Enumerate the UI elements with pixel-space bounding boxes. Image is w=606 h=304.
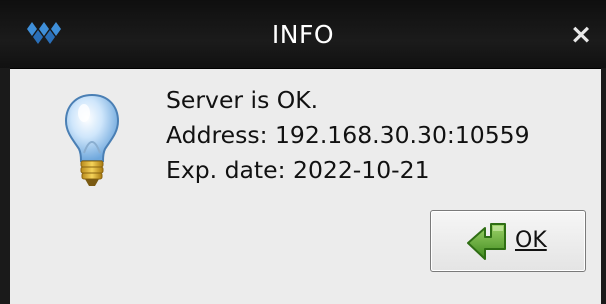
window-frame-right xyxy=(601,68,606,304)
ok-button[interactable]: OK xyxy=(430,210,586,272)
title-bar[interactable]: INFO × xyxy=(0,0,606,69)
info-dialog: INFO × Server is OK. Address: 192.168.30… xyxy=(0,0,606,304)
status-line: Server is OK. xyxy=(166,86,319,114)
lightbulb-icon xyxy=(64,93,120,186)
window-title: INFO xyxy=(271,20,335,49)
message-text: Server is OK. Address: 192.168.30.30:105… xyxy=(166,83,530,188)
window-frame-left xyxy=(0,68,10,304)
dialog-body: Server is OK. Address: 192.168.30.30:105… xyxy=(10,69,601,304)
green-arrow-icon xyxy=(467,223,506,260)
expiry-date-line: Exp. date: 2022-10-21 xyxy=(166,156,430,184)
address-line: Address: 192.168.30.30:10559 xyxy=(166,121,530,149)
close-button[interactable]: × xyxy=(566,20,596,50)
ok-button-label: OK xyxy=(515,228,547,253)
